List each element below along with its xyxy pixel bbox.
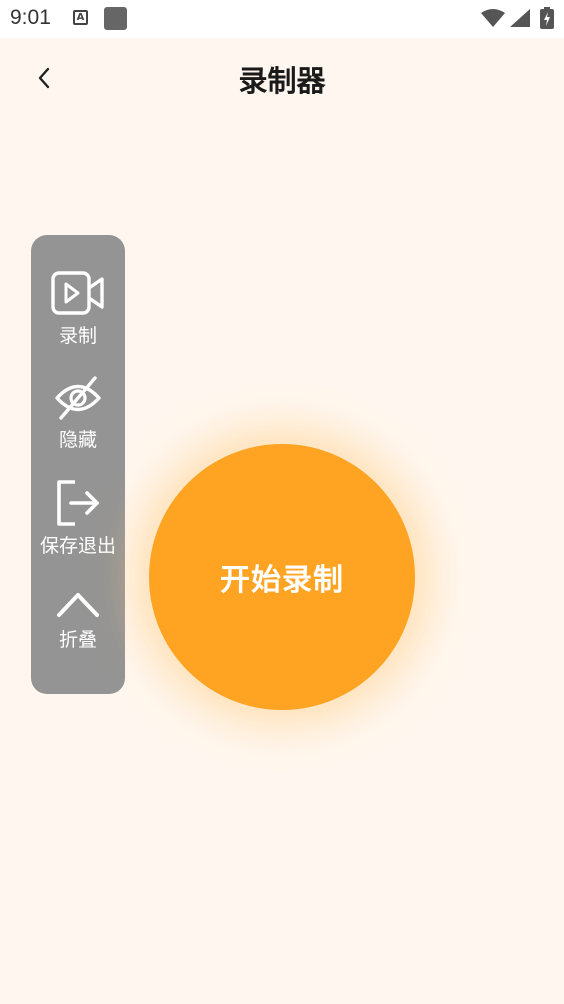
status-bar: 9:01 A [0, 0, 564, 38]
app-header: 录制器 [0, 38, 564, 120]
battery-charging-icon [540, 7, 554, 29]
fold-tool-button[interactable]: 折叠 [31, 587, 125, 652]
hide-tool-button[interactable]: 隐藏 [31, 375, 125, 452]
eye-off-icon [55, 376, 101, 420]
start-recording-button[interactable]: 开始录制 [149, 444, 415, 710]
recorder-screen: 9:01 A 录制器 录制 隐藏 保存退出 折叠 开始录制 [0, 0, 564, 1004]
start-recording-label: 开始录制 [220, 563, 344, 598]
record-tool-button[interactable]: 录制 [31, 269, 125, 348]
exit-icon [57, 480, 99, 526]
a-notification-icon: A [73, 10, 88, 25]
signal-icon [510, 9, 530, 27]
fold-tool-label: 折叠 [58, 629, 97, 651]
hide-tool-label: 隐藏 [58, 429, 97, 451]
record-tool-label: 录制 [58, 325, 97, 347]
square-notification-icon [104, 7, 127, 30]
save-exit-tool-label: 保存退出 [39, 535, 116, 557]
chevron-up-icon [57, 593, 99, 617]
status-time: 9:01 [10, 6, 51, 29]
page-title: 录制器 [238, 64, 326, 98]
video-camera-icon [51, 271, 104, 315]
save-exit-tool-button[interactable]: 保存退出 [31, 479, 125, 558]
wifi-icon [481, 9, 505, 27]
floating-toolbar: 录制 隐藏 保存退出 折叠 [31, 235, 125, 694]
